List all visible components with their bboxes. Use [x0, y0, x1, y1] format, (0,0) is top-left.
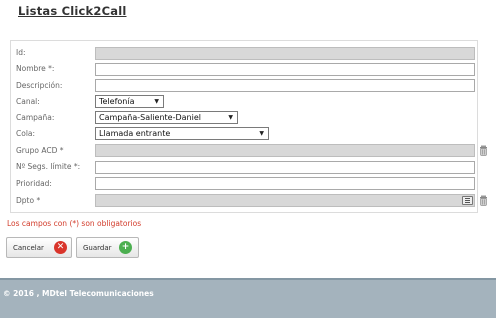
canal-selected-value: Telefonía [99, 97, 135, 106]
prioridad-input[interactable] [95, 177, 475, 190]
save-button[interactable]: Guardar + [76, 237, 139, 258]
close-icon: ✕ [54, 241, 67, 254]
dpto-field [95, 194, 475, 207]
required-fields-note: Los campos con (*) son obligatorios [7, 219, 142, 228]
cancel-button[interactable]: Cancelar ✕ [6, 237, 72, 258]
chevron-down-icon: ▼ [259, 130, 264, 137]
nombre-label: Nombre *: [16, 64, 55, 73]
canal-select[interactable]: Telefonía ▼ [95, 95, 164, 108]
grupo-acd-field [95, 144, 475, 157]
descripcion-label: Descripción: [16, 81, 63, 90]
form-container: Id: Nombre *: Descripción: Canal: Telefo… [10, 40, 487, 213]
cola-label: Cola: [16, 129, 36, 138]
dpto-label: Dpto * [16, 196, 41, 205]
footer: © 2016 , MDtel Telecomunicaciones [0, 278, 496, 318]
chevron-down-icon: ▼ [228, 114, 233, 121]
id-label: Id: [16, 48, 26, 57]
list-picker-icon[interactable] [462, 196, 473, 205]
cola-select[interactable]: Llamada entrante ▼ [95, 127, 269, 140]
id-field [95, 47, 475, 60]
segs-limite-label: Nº Segs. límite *: [16, 162, 81, 171]
trash-icon[interactable] [479, 145, 488, 156]
plus-icon: + [119, 241, 132, 254]
save-button-label: Guardar [83, 244, 112, 252]
descripcion-input[interactable] [95, 79, 475, 92]
chevron-down-icon: ▼ [154, 98, 159, 105]
campana-label: Campaña: [16, 113, 55, 122]
campana-selected-value: Campaña-Saliente-Daniel [99, 113, 201, 122]
nombre-input[interactable] [95, 63, 475, 76]
page-title: Listas Click2Call [18, 4, 127, 18]
copyright-text: © 2016 , MDtel Telecomunicaciones [3, 289, 154, 298]
canal-label: Canal: [16, 97, 40, 106]
campana-select[interactable]: Campaña-Saliente-Daniel ▼ [95, 111, 238, 124]
cancel-button-label: Cancelar [13, 244, 44, 252]
grupo-acd-label: Grupo ACD * [16, 146, 64, 155]
segs-limite-input[interactable] [95, 161, 475, 174]
trash-icon[interactable] [479, 195, 488, 206]
cola-selected-value: Llamada entrante [99, 129, 171, 138]
prioridad-label: Prioridad: [16, 179, 52, 188]
